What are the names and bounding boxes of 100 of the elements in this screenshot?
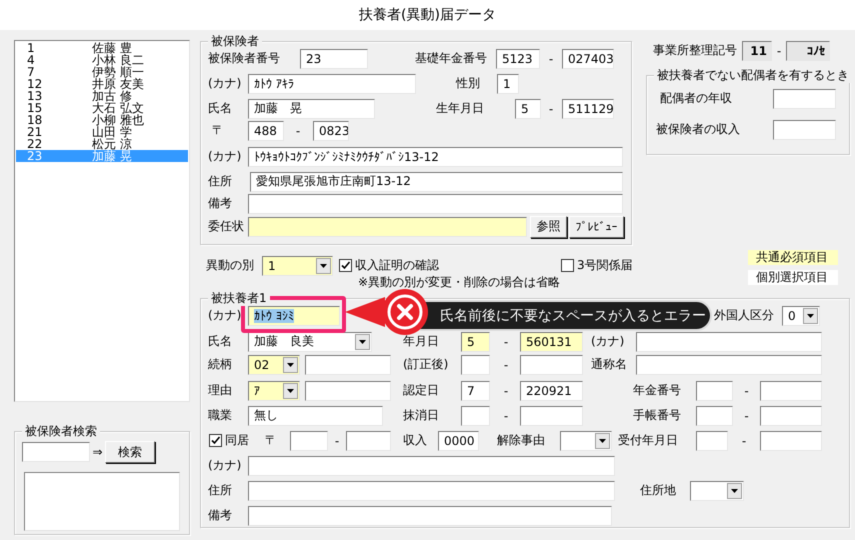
input-field[interactable]: ｶﾄｳ ﾖｼﾐ	[248, 306, 340, 326]
arrow-label: ⇒	[91, 445, 104, 459]
result-list[interactable]	[24, 472, 180, 531]
field-label: 抹消日	[403, 408, 440, 423]
input-field[interactable]: 7	[461, 380, 490, 400]
input-field[interactable]	[346, 430, 391, 450]
combo-box[interactable]: 0	[782, 306, 820, 326]
input-field[interactable]	[773, 120, 836, 140]
action-button[interactable]: ﾌﾟﾚﾋﾞｭｰ	[569, 216, 624, 238]
item-name: 佐藤 豊	[92, 42, 132, 54]
item-number: 23	[27, 150, 44, 162]
list-item[interactable]: 21 山田 学	[16, 126, 188, 138]
input-field[interactable]: 無し	[248, 406, 383, 426]
combo-box[interactable]: 02	[248, 354, 300, 374]
input-field[interactable]: 5	[515, 98, 541, 118]
error-tooltip: 氏名前後に不要なスペースが入るとエラー	[420, 300, 712, 331]
checkbox[interactable]	[561, 259, 574, 272]
input-field[interactable]: ﾄｳｷｮｳﾄｺｸﾌﾞﾝｼﾞｼﾐﾅﾐｸｳﾁﾀﾞﾊﾞｼ13-12	[248, 146, 623, 166]
list-item[interactable]: 4 小林 良二	[16, 54, 188, 66]
item-name: 山田 学	[92, 126, 132, 138]
group-title: 被扶養者でない配偶者を有するとき	[657, 68, 849, 82]
dropdown-button[interactable]	[727, 482, 742, 498]
input-field[interactable]	[305, 354, 391, 374]
field-label: 生年月日	[436, 101, 485, 116]
input-field[interactable]	[305, 380, 391, 400]
legend-label: 共通必須項目	[748, 250, 838, 265]
field-label: 通称名	[591, 357, 628, 372]
input-field[interactable]	[760, 380, 822, 400]
checkbox-label[interactable]: 収入証明の確認	[355, 257, 439, 274]
dropdown-button[interactable]	[283, 382, 298, 398]
input-field[interactable]: 加藤 晃	[248, 98, 375, 118]
input-field[interactable]	[248, 216, 527, 236]
input-field[interactable]: 5	[461, 332, 490, 352]
input-field[interactable]: 560131	[520, 332, 583, 352]
field-label: 住所	[208, 483, 233, 498]
input-field[interactable]	[461, 406, 490, 426]
caret-down-icon	[359, 340, 366, 344]
input-field[interactable]: 23	[300, 48, 368, 68]
list-item[interactable]: 13 加古 修	[16, 90, 188, 102]
input-field[interactable]	[773, 88, 836, 108]
insured-list[interactable]: 1 佐藤 豊 4 小林 良二 7 伊勢 順一 12 井原 友美 13 加古 修 15 大石 弘文 18 小柳 雅也 21 山田 学 22 松元 涼 23 加藤 晃	[14, 40, 190, 402]
legend-label: 個別選択項目	[748, 270, 838, 285]
input-field[interactable]: 0000	[438, 430, 479, 450]
input-field[interactable]: 1	[497, 74, 519, 94]
combo-box[interactable]	[690, 480, 744, 500]
dropdown-button[interactable]	[355, 334, 370, 350]
input-field[interactable]	[696, 430, 728, 450]
dropdown-button[interactable]	[283, 356, 298, 372]
input-field[interactable]: ｶﾄｳ ｱｷﾗ	[248, 74, 416, 94]
dash-separator: -	[502, 384, 510, 398]
combo-box[interactable]: 加藤 良美	[248, 332, 372, 352]
input-field[interactable]	[760, 406, 822, 426]
field-label: 手帳番号	[633, 408, 682, 423]
input-field[interactable]	[461, 354, 490, 374]
item-name: 加古 修	[92, 90, 132, 102]
combo-box[interactable]	[560, 430, 612, 450]
search-button[interactable]: 検索	[105, 441, 155, 463]
input-field[interactable]: 愛知県尾張旭市庄南町13-12	[250, 172, 623, 192]
input-field[interactable]: 511129	[562, 98, 614, 118]
input-field[interactable]: 027403	[562, 48, 614, 68]
input-field[interactable]	[248, 194, 623, 214]
dropdown-button[interactable]	[316, 258, 331, 274]
checkbox[interactable]	[339, 259, 352, 272]
field-label: (訂正後)	[403, 357, 450, 372]
dash-separator: -	[334, 434, 340, 448]
input-field[interactable]	[248, 456, 615, 476]
list-item[interactable]: 22 松元 涼	[16, 138, 188, 150]
input-field[interactable]	[696, 406, 733, 426]
input-field[interactable]	[520, 406, 583, 426]
input-field[interactable]: 220921	[520, 380, 583, 400]
input-field[interactable]: 5123	[496, 48, 540, 68]
input-field[interactable]	[696, 380, 733, 400]
checkbox[interactable]	[209, 434, 222, 447]
list-item[interactable]: 1 佐藤 豊	[16, 42, 188, 54]
list-item[interactable]: 7 伊勢 順一	[16, 66, 188, 78]
action-button[interactable]: 参照	[530, 216, 567, 238]
list-item[interactable]: 15 大石 弘文	[16, 102, 188, 114]
dropdown-button[interactable]	[595, 432, 610, 448]
input-field[interactable]	[248, 506, 612, 526]
field-label: 住所	[208, 174, 233, 189]
input-field[interactable]	[760, 430, 822, 450]
list-item[interactable]: 12 井原 友美	[16, 78, 188, 90]
dash-separator: -	[743, 384, 750, 398]
combo-box[interactable]: 1	[262, 256, 333, 276]
item-number: 4	[27, 54, 36, 66]
input-field[interactable]	[290, 430, 328, 450]
input-field[interactable]	[636, 354, 822, 374]
dropdown-button[interactable]	[803, 308, 818, 324]
checkbox-label[interactable]: 3号関係届	[577, 257, 633, 274]
input-field[interactable]	[520, 354, 583, 374]
input-field[interactable]	[636, 332, 822, 352]
search-field[interactable]	[22, 442, 90, 462]
item-name: 小林 良二	[92, 54, 144, 66]
caret-down-icon	[287, 362, 294, 366]
combo-box[interactable]: ｱ	[248, 380, 300, 400]
field-label: (カナ)	[208, 76, 242, 91]
checkbox-label[interactable]: 同居	[225, 432, 249, 449]
input-field[interactable]: 488	[248, 120, 284, 140]
input-field[interactable]	[248, 480, 615, 500]
list-item[interactable]: 18 小柳 雅也	[16, 114, 188, 126]
